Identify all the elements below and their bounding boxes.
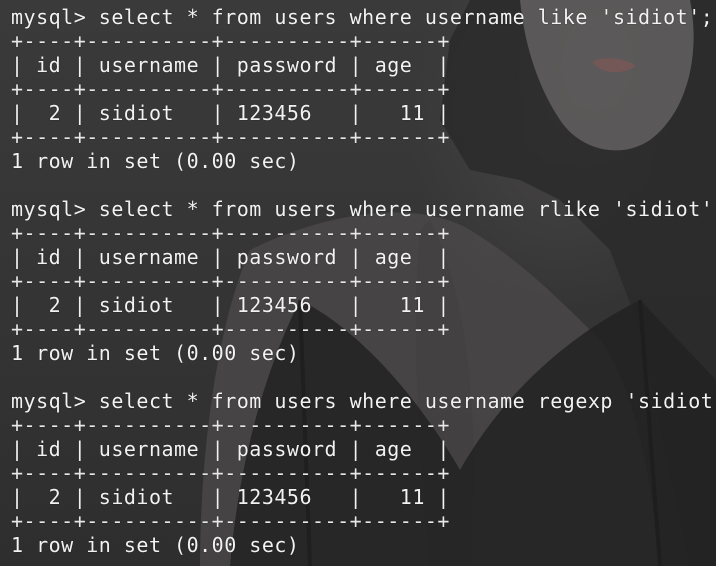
table-row: | 2 | sidiot | 123456 | 11 | bbox=[11, 101, 450, 125]
table-border: +----+----------+----------+------+ bbox=[11, 29, 450, 53]
table-border: +----+----------+----------+------+ bbox=[11, 509, 450, 533]
query-block: mysql> select * from users where usernam… bbox=[11, 197, 716, 389]
table-border: +----+----------+----------+------+ bbox=[11, 269, 450, 293]
table-border: +----+----------+----------+------+ bbox=[11, 461, 450, 485]
result-summary: 1 row in set (0.00 sec) bbox=[11, 341, 300, 365]
table-border: +----+----------+----------+------+ bbox=[11, 317, 450, 341]
table-header-row: | id | username | password | age | bbox=[11, 53, 450, 77]
table-border: +----+----------+----------+------+ bbox=[11, 221, 450, 245]
table-border: +----+----------+----------+------+ bbox=[11, 77, 450, 101]
table-header-row: | id | username | password | age | bbox=[11, 245, 450, 269]
command-prompt-line: mysql> select * from users where usernam… bbox=[11, 197, 716, 221]
result-summary: 1 row in set (0.00 sec) bbox=[11, 533, 300, 557]
query-block: mysql> select * from users where usernam… bbox=[11, 389, 716, 557]
table-border: +----+----------+----------+------+ bbox=[11, 413, 450, 437]
query-block: mysql> select * from users where usernam… bbox=[11, 5, 716, 197]
command-prompt-line: mysql> select * from users where usernam… bbox=[11, 389, 716, 413]
table-row: | 2 | sidiot | 123456 | 11 | bbox=[11, 293, 450, 317]
result-summary: 1 row in set (0.00 sec) bbox=[11, 149, 300, 173]
terminal-output: mysql> select * from users where usernam… bbox=[11, 5, 716, 557]
table-header-row: | id | username | password | age | bbox=[11, 437, 450, 461]
command-prompt-line: mysql> select * from users where usernam… bbox=[11, 5, 714, 29]
table-row: | 2 | sidiot | 123456 | 11 | bbox=[11, 485, 450, 509]
table-border: +----+----------+----------+------+ bbox=[11, 125, 450, 149]
terminal-window[interactable]: mysql> select * from users where usernam… bbox=[0, 0, 716, 566]
